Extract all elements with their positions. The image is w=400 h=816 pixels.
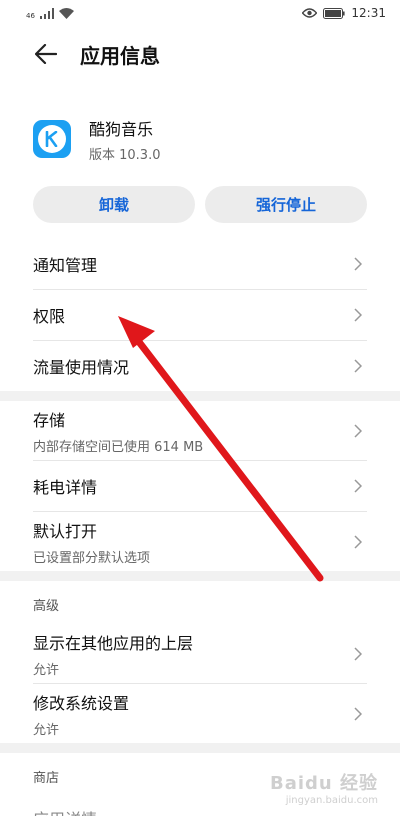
chevron-right-icon bbox=[354, 534, 362, 549]
section-gap bbox=[0, 391, 400, 401]
back-button[interactable] bbox=[30, 38, 62, 70]
permissions-item[interactable]: 权限 bbox=[0, 290, 400, 340]
overlay-label: 显示在其他应用的上层 bbox=[33, 633, 194, 653]
app-details-label: 应用详情 bbox=[33, 806, 97, 816]
kugou-logo-icon bbox=[45, 131, 58, 147]
data-usage-label: 流量使用情况 bbox=[33, 358, 130, 377]
advanced-list: 显示在其他应用的上层 允许 修改系统设置 允许 bbox=[0, 624, 400, 743]
signal-icon bbox=[39, 7, 54, 19]
data-usage-item[interactable]: 流量使用情况 bbox=[0, 341, 400, 391]
wifi-icon bbox=[58, 7, 74, 19]
network-type-label: 46 bbox=[26, 11, 35, 20]
storage-usage: 内部存储空间已使用 614 MB bbox=[33, 439, 204, 455]
app-icon bbox=[33, 120, 71, 158]
settings-list: 通知管理 权限 流量使用情况 bbox=[0, 239, 400, 391]
uninstall-button[interactable]: 卸载 bbox=[33, 186, 195, 223]
default-open-label: 默认打开 bbox=[33, 521, 98, 541]
notifications-label: 通知管理 bbox=[33, 256, 98, 275]
settings-list-2: 存储 内部存储空间已使用 614 MB 耗电详情 默认打开 已设置部分默认选项 bbox=[0, 401, 400, 571]
section-gap bbox=[0, 743, 400, 753]
action-buttons: 卸载 强行停止 bbox=[0, 186, 400, 223]
chevron-right-icon bbox=[354, 308, 362, 322]
advanced-section-label: 高级 bbox=[33, 599, 60, 614]
watermark: Baidu 经验 jingyan.baidu.com bbox=[270, 769, 378, 806]
chevron-right-icon bbox=[354, 257, 362, 271]
eye-icon bbox=[302, 8, 318, 18]
notifications-item[interactable]: 通知管理 bbox=[0, 239, 400, 289]
status-bar: 46 12:31 bbox=[0, 0, 400, 26]
chevron-right-icon bbox=[354, 423, 362, 438]
app-name: 酷狗音乐 bbox=[89, 119, 154, 139]
page-title: 应用信息 bbox=[80, 43, 160, 68]
permissions-label: 权限 bbox=[33, 307, 66, 326]
watermark-logo: Baidu 经验 bbox=[269, 773, 378, 794]
chevron-right-icon bbox=[354, 479, 362, 493]
app-summary: 酷狗音乐 版本 10.3.0 bbox=[0, 100, 400, 178]
app-version: 版本 10.3.0 bbox=[89, 147, 161, 163]
chevron-right-icon bbox=[354, 706, 362, 721]
section-gap bbox=[0, 571, 400, 581]
overlay-status: 允许 bbox=[33, 662, 60, 678]
watermark-url: jingyan.baidu.com bbox=[285, 795, 378, 806]
back-arrow-icon bbox=[35, 44, 57, 64]
battery-item[interactable]: 耗电详情 bbox=[0, 461, 400, 511]
modify-settings-item[interactable]: 修改系统设置 允许 bbox=[0, 684, 400, 743]
storage-item[interactable]: 存储 内部存储空间已使用 614 MB bbox=[0, 401, 400, 460]
overlay-item[interactable]: 显示在其他应用的上层 允许 bbox=[0, 624, 400, 683]
modify-settings-label: 修改系统设置 bbox=[33, 693, 130, 713]
default-open-item[interactable]: 默认打开 已设置部分默认选项 bbox=[0, 512, 400, 571]
battery-icon bbox=[323, 7, 346, 19]
battery-label: 耗电详情 bbox=[33, 478, 98, 497]
default-open-sub: 已设置部分默认选项 bbox=[33, 550, 151, 566]
clock: 12:31 bbox=[351, 6, 386, 20]
chevron-right-icon bbox=[354, 359, 362, 373]
modify-settings-status: 允许 bbox=[33, 722, 60, 738]
storage-label: 存储 bbox=[33, 410, 66, 430]
title-bar: 应用信息 bbox=[0, 26, 400, 82]
chevron-right-icon bbox=[354, 646, 362, 661]
force-stop-button[interactable]: 强行停止 bbox=[205, 186, 367, 223]
